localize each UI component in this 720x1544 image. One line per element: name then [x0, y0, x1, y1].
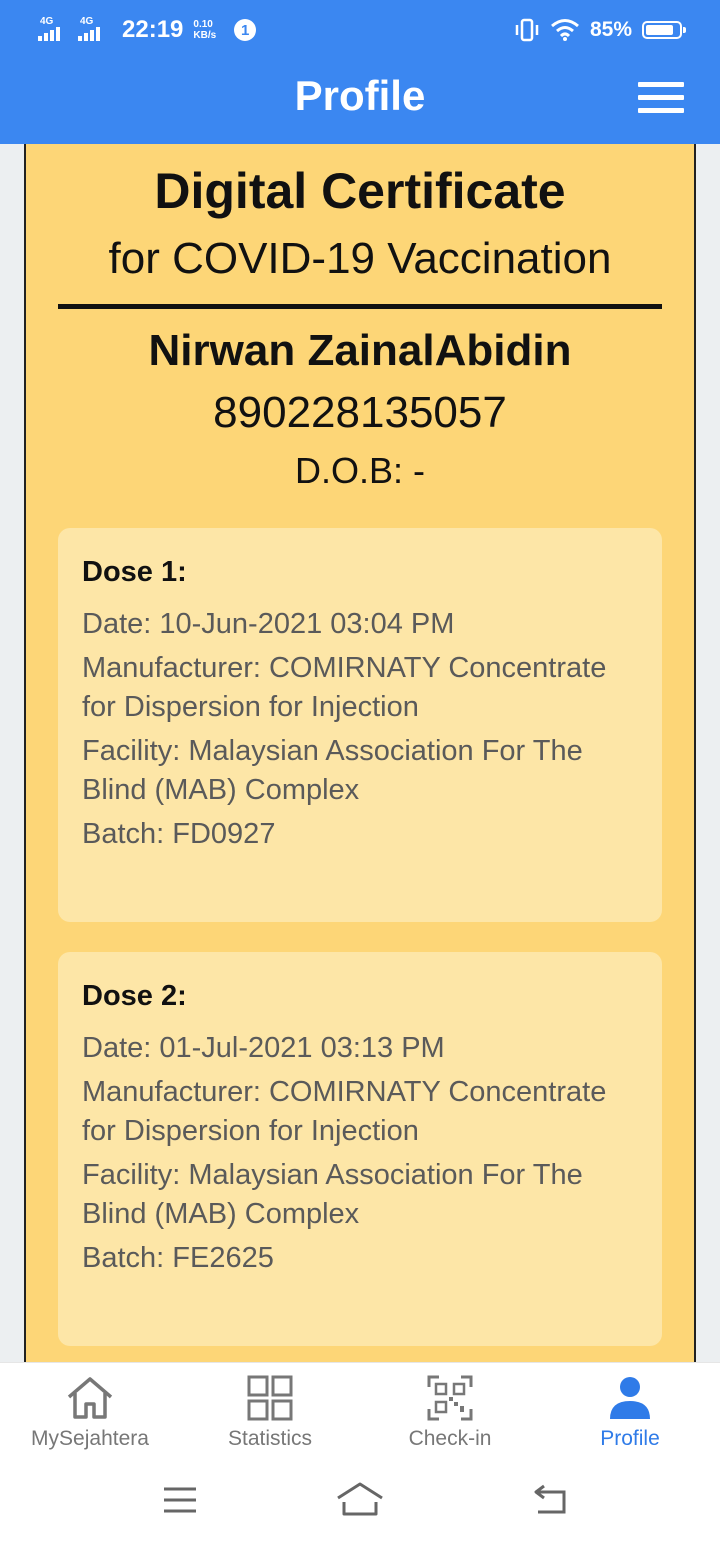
network-speed-unit: KB/s: [193, 30, 217, 41]
statistics-grid-icon: [247, 1375, 293, 1421]
bottom-navigation: MySejahtera Statistics Check-in Profile: [0, 1362, 720, 1462]
holder-id-number: 890228135057: [213, 388, 507, 437]
nav-item-mysejahtera[interactable]: MySejahtera: [0, 1363, 180, 1463]
divider: [58, 304, 662, 309]
qr-code-icon: [427, 1375, 473, 1421]
nav-label: Statistics: [227, 1427, 313, 1450]
dose-date: Date: 10-Jun-2021 03:04 PM: [82, 608, 455, 640]
dose-batch: Batch: FD0927: [82, 818, 276, 850]
dose-date: Date: 01-Jul-2021 03:13 PM: [82, 1032, 445, 1064]
nav-label: Profile: [600, 1427, 660, 1450]
nav-item-check-in[interactable]: Check-in: [360, 1363, 540, 1463]
hamburger-menu-icon: [638, 95, 684, 100]
holder-dob: D.O.B: -: [294, 450, 425, 491]
battery-icon: [642, 21, 686, 39]
page-title: Profile: [294, 72, 426, 119]
signal-icon: 4G: [78, 17, 112, 43]
holder-name: Nirwan ZainalAbidin: [148, 326, 572, 375]
dose-manufacturer: Manufacturer: COMIRNATY Concentrate for …: [82, 652, 607, 723]
certificate-title: Digital Certificate: [154, 163, 566, 219]
app-bar: Profile: [0, 58, 720, 144]
nav-label: MySejahtera: [31, 1427, 149, 1450]
vaccination-certificate: Digital Certificate for COVID-19 Vaccina…: [24, 144, 696, 1362]
signal-icon: 4G: [38, 17, 72, 43]
system-navigation-bar: [0, 1462, 720, 1544]
dose-facility: Facility: Malaysian Association For The …: [82, 1159, 583, 1230]
dose-manufacturer: Manufacturer: COMIRNATY Concentrate for …: [82, 1076, 607, 1147]
battery-fill: [646, 25, 674, 35]
nav-item-statistics[interactable]: Statistics: [180, 1363, 360, 1463]
status-right: 85%: [514, 10, 686, 50]
nav-item-profile[interactable]: Profile: [540, 1363, 720, 1463]
back-icon[interactable]: [526, 1480, 574, 1520]
dose-facility: Facility: Malaysian Association For The …: [82, 735, 583, 806]
network-type-1: 4G: [40, 16, 54, 27]
screen: 4G 4G 22:19 0.10 KB/s 1 85% Profile Digi…: [0, 0, 720, 1544]
dose-heading: Dose 1:: [82, 556, 187, 588]
dose-card: Dose 2: Date: 01-Jul-2021 03:13 PM Manuf…: [58, 952, 662, 1346]
vibrate-icon: [515, 18, 539, 42]
network-speed-value: 0.10: [193, 19, 213, 30]
battery-percent: 85%: [589, 18, 632, 41]
nav-label: Check-in: [408, 1427, 492, 1450]
hamburger-menu-icon: [638, 108, 684, 113]
dose-card: Dose 1: Date: 10-Jun-2021 03:04 PM Manuf…: [58, 528, 662, 922]
hamburger-menu-button[interactable]: [638, 82, 684, 118]
wifi-icon: [551, 19, 579, 41]
home-outline-icon[interactable]: [336, 1480, 384, 1520]
network-type-2: 4G: [80, 16, 94, 27]
user-icon: [610, 1377, 650, 1419]
network-speed: 0.10 KB/s: [193, 19, 216, 41]
dose-heading: Dose 2:: [82, 980, 187, 1012]
hamburger-menu-icon: [638, 82, 684, 87]
status-left: 4G 4G 22:19 0.10 KB/s 1: [38, 10, 257, 50]
dose-batch: Batch: FE2625: [82, 1242, 274, 1274]
status-bar: 4G 4G 22:19 0.10 KB/s 1 85%: [0, 0, 720, 58]
certificate-subtitle: for COVID-19 Vaccination: [108, 234, 612, 283]
clock: 22:19: [122, 16, 184, 43]
home-icon: [67, 1377, 113, 1419]
recent-apps-icon[interactable]: [156, 1480, 204, 1520]
notification-count-badge: 1: [234, 19, 257, 41]
